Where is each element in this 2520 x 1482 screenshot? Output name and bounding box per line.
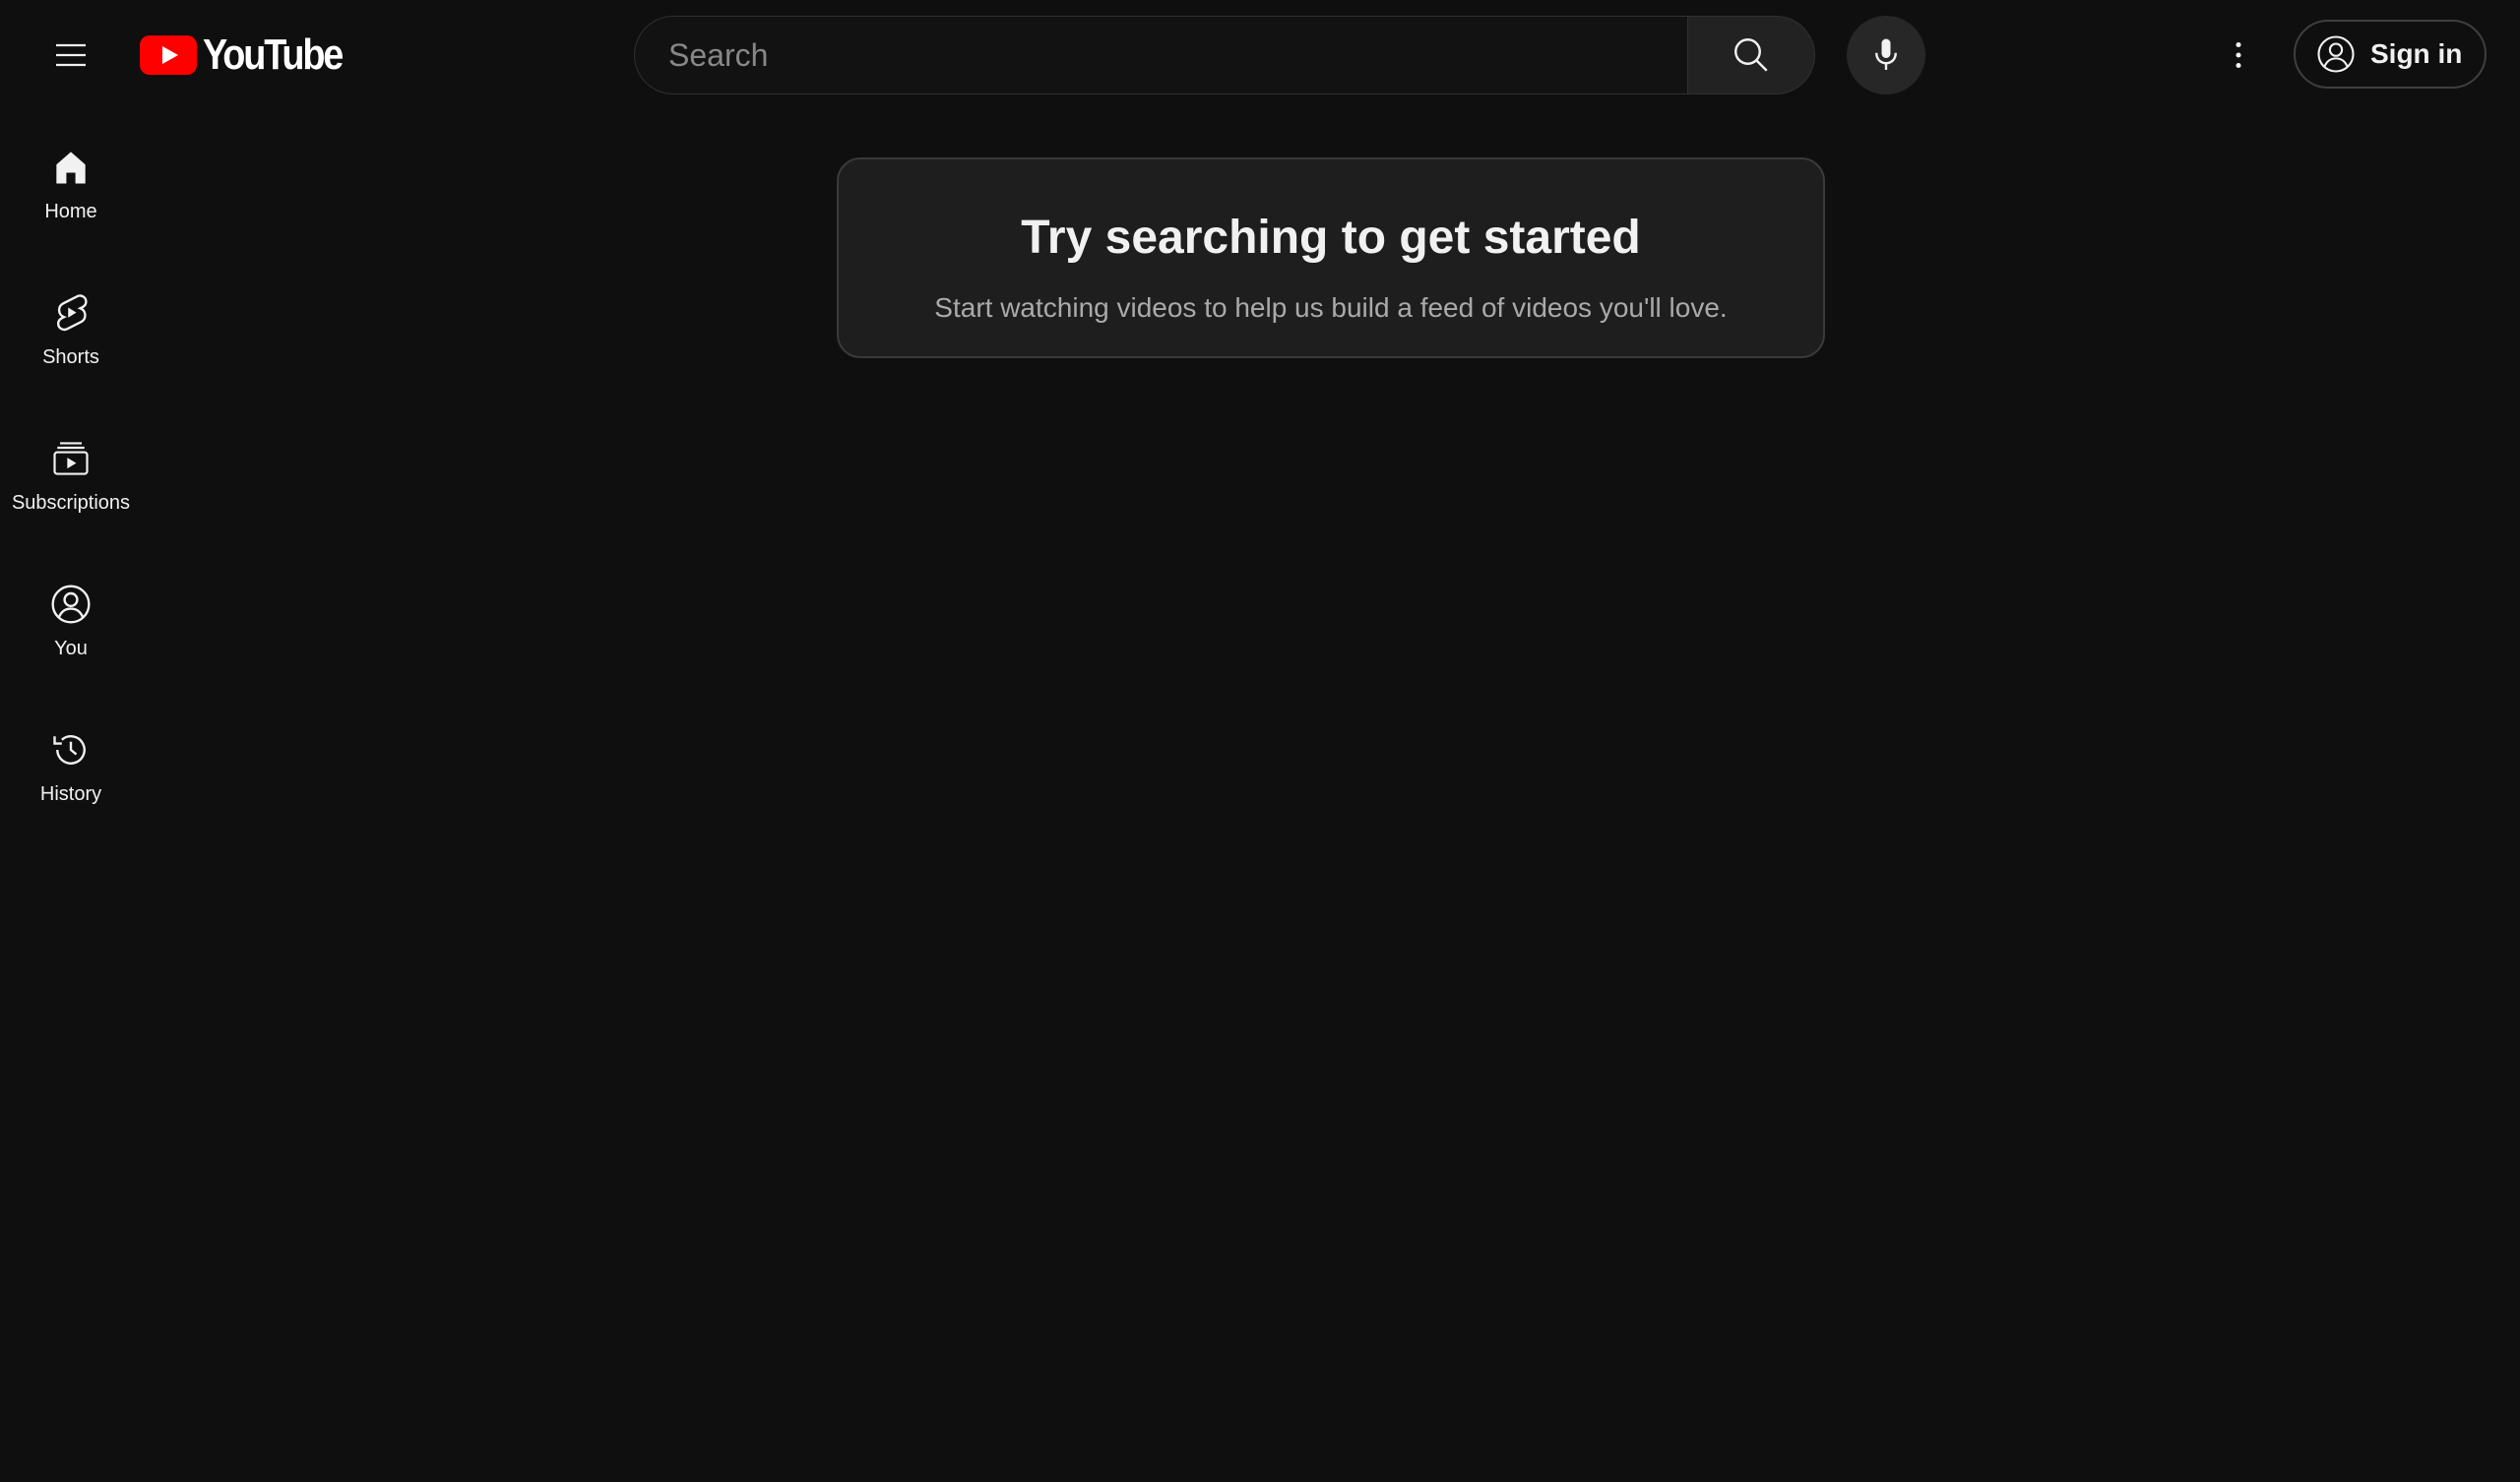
sidebar-item-label: Shorts — [42, 346, 99, 368]
search-bar — [634, 16, 1815, 94]
account-circle-icon — [2315, 33, 2357, 75]
logo-wordmark: YouTube — [203, 31, 344, 79]
settings-more-button[interactable] — [2203, 20, 2274, 91]
sidebar-item-label: History — [39, 783, 102, 805]
sidebar-item-label: Home — [44, 201, 97, 222]
more-vert-icon — [2236, 41, 2241, 69]
search-input[interactable] — [666, 35, 1618, 75]
guide-menu-button[interactable] — [35, 20, 106, 91]
sidebar-item-label: You — [54, 638, 88, 659]
mini-guide-sidebar: Home Shorts Subscriptions You History — [0, 110, 142, 838]
masthead: YouTube Search Sign in — [0, 0, 2520, 110]
feed-nudge-title: Try searching to get started — [1021, 212, 1641, 264]
subscriptions-icon — [49, 435, 93, 482]
sidebar-item-you[interactable]: You — [0, 547, 142, 693]
sidebar-item-subscriptions[interactable]: Subscriptions — [0, 401, 142, 547]
sidebar-item-history[interactable]: History — [0, 693, 142, 838]
search-icon — [1734, 38, 1768, 72]
feed-nudge-subtitle: Start watching videos to help us build a… — [934, 292, 1728, 323]
voice-search-button[interactable] — [1847, 16, 1925, 94]
you-icon — [49, 581, 93, 628]
search-button[interactable] — [1687, 16, 1815, 94]
sidebar-item-shorts[interactable]: Shorts — [0, 256, 142, 401]
sign-in-label: Sign in — [2370, 38, 2463, 69]
sign-in-button[interactable]: Sign in — [2294, 20, 2487, 89]
search-box — [634, 16, 1687, 94]
microphone-icon — [1875, 38, 1897, 70]
hamburger-menu-icon — [56, 43, 86, 67]
sidebar-item-label: Subscriptions — [11, 492, 131, 514]
youtube-play-logo-icon — [140, 35, 197, 75]
home-icon — [49, 144, 93, 191]
history-icon — [49, 726, 93, 773]
youtube-logo[interactable]: YouTube — [140, 30, 364, 81]
shorts-icon — [49, 289, 93, 337]
feed-nudge-card: Try searching to get started Start watch… — [837, 157, 1825, 358]
sidebar-item-home[interactable]: Home — [0, 110, 142, 256]
